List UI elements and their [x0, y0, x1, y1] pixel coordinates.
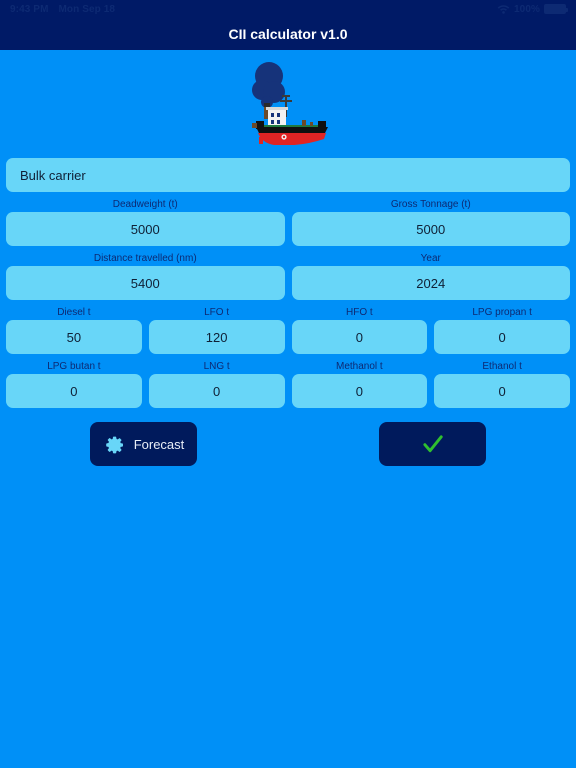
field-group-hfo: HFO t 0	[291, 305, 428, 354]
form-area: Bulk carrier Deadweight (t) 5000 Gross T…	[0, 158, 576, 408]
check-icon	[420, 431, 446, 457]
field-group-gross-tonnage: Gross Tonnage (t) 5000	[291, 197, 570, 246]
vessel-type-value: Bulk carrier	[20, 167, 86, 183]
app-title-bar: CII calculator v1.0	[0, 18, 576, 50]
deadweight-input[interactable]: 5000	[6, 212, 285, 246]
diesel-value: 50	[66, 329, 82, 345]
field-row-fuels-1: Diesel t 50 LFO t 120 HFO t 0 LPG propan…	[6, 305, 570, 354]
label-lpg-propan: LPG propan t	[472, 307, 532, 318]
label-methanol: Methanol t	[336, 361, 383, 372]
field-group-lng: LNG t 0	[148, 359, 285, 408]
field-row-fuels-2: LPG butan t 0 LNG t 0 Methanol t 0 Ethan…	[6, 359, 570, 408]
hfo-value: 0	[355, 329, 363, 345]
field-group-year: Year 2024	[291, 251, 570, 300]
status-date: Mon Sep 18	[58, 3, 116, 15]
gross-tonnage-input[interactable]: 5000	[291, 212, 570, 246]
lfo-value: 120	[205, 329, 228, 345]
wifi-icon	[497, 4, 510, 14]
field-group-methanol: Methanol t 0	[291, 359, 428, 408]
page-title: CII calculator v1.0	[228, 26, 348, 42]
confirm-button[interactable]	[379, 422, 486, 466]
field-group-deadweight: Deadweight (t) 5000	[6, 197, 285, 246]
label-diesel: Diesel t	[57, 307, 91, 318]
lpg-butan-input[interactable]: 0	[6, 374, 142, 408]
field-group-lpg-propan: LPG propan t 0	[434, 305, 570, 354]
ethanol-value: 0	[498, 383, 506, 399]
label-lpg-butan: LPG butan t	[47, 361, 101, 372]
label-distance-travelled: Distance travelled (nm)	[93, 253, 197, 264]
ethanol-input[interactable]: 0	[434, 374, 570, 408]
lng-value: 0	[213, 383, 221, 399]
forecast-button[interactable]: Forecast	[90, 422, 197, 466]
status-bar-right: 100%	[497, 3, 568, 15]
label-hfo: HFO t	[346, 307, 373, 318]
label-lng: LNG t	[203, 361, 230, 372]
field-group-lfo: LFO t 120	[148, 305, 285, 354]
battery-icon	[544, 4, 568, 14]
gear-icon	[103, 433, 125, 455]
status-bar: 9:43 PM Mon Sep 18 100%	[0, 0, 576, 18]
field-group-diesel: Diesel t 50	[6, 305, 142, 354]
distance-travelled-value: 5400	[130, 275, 160, 291]
field-row-voyage: Distance travelled (nm) 5400 Year 2024	[6, 251, 570, 300]
distance-travelled-input[interactable]: 5400	[6, 266, 285, 300]
label-gross-tonnage: Gross Tonnage (t)	[390, 199, 471, 210]
hfo-input[interactable]: 0	[291, 320, 428, 354]
deadweight-value: 5000	[130, 221, 160, 237]
diesel-input[interactable]: 50	[6, 320, 142, 354]
vessel-type-input[interactable]: Bulk carrier	[6, 158, 570, 192]
year-input[interactable]: 2024	[291, 266, 570, 300]
field-group-distance-travelled: Distance travelled (nm) 5400	[6, 251, 285, 300]
lng-input[interactable]: 0	[148, 374, 285, 408]
methanol-input[interactable]: 0	[291, 374, 428, 408]
label-deadweight: Deadweight (t)	[112, 199, 178, 210]
label-ethanol: Ethanol t	[482, 361, 522, 372]
field-group-lpg-butan: LPG butan t 0	[6, 359, 142, 408]
status-time: 9:43 PM	[10, 3, 49, 15]
field-row-dimensions: Deadweight (t) 5000 Gross Tonnage (t) 50…	[6, 197, 570, 246]
label-year: Year	[420, 253, 441, 264]
methanol-value: 0	[355, 383, 363, 399]
lpg-butan-value: 0	[70, 383, 78, 399]
lfo-input[interactable]: 120	[148, 320, 285, 354]
label-lfo: LFO t	[204, 307, 230, 318]
action-button-row: Forecast	[0, 422, 576, 466]
ship-icon	[240, 57, 336, 145]
lpg-propan-input[interactable]: 0	[434, 320, 570, 354]
gross-tonnage-value: 5000	[416, 221, 446, 237]
forecast-button-label: Forecast	[133, 436, 185, 452]
hero-illustration	[0, 50, 576, 151]
year-value: 2024	[416, 275, 446, 291]
battery-percent: 100%	[514, 3, 540, 15]
field-group-ethanol: Ethanol t 0	[434, 359, 570, 408]
status-bar-left: 9:43 PM Mon Sep 18	[10, 4, 115, 15]
lpg-propan-value: 0	[498, 329, 506, 345]
